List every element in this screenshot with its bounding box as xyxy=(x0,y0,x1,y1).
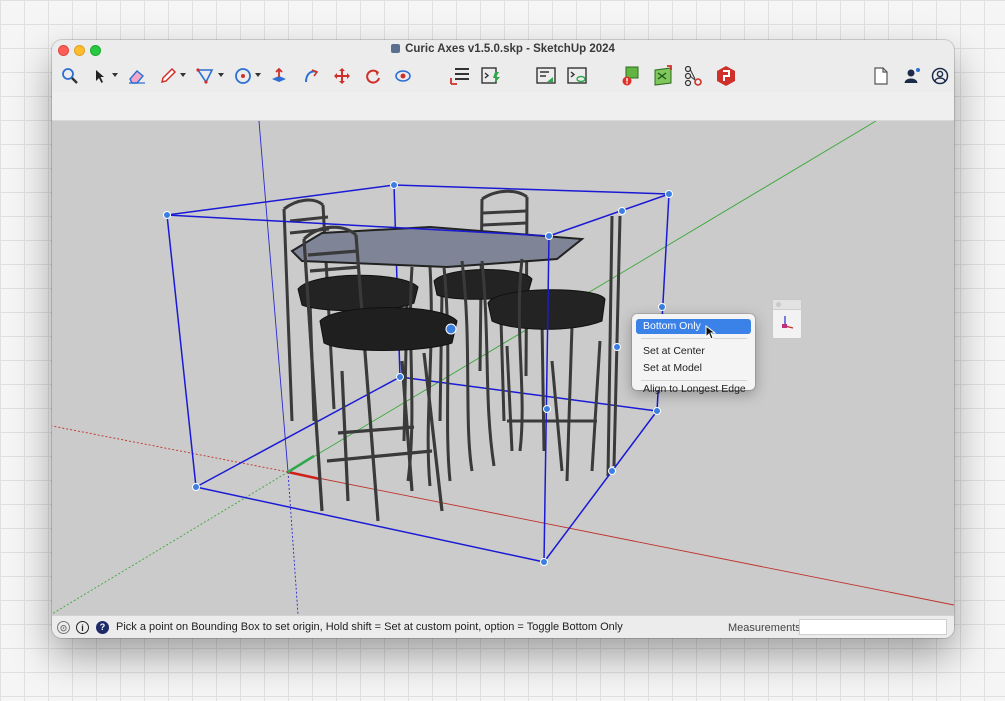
measurements-label: Measurements xyxy=(728,622,801,634)
scenes-icon[interactable] xyxy=(534,64,558,88)
palette-header[interactable] xyxy=(773,300,801,310)
document-icon xyxy=(391,44,401,53)
blue-axis-negative xyxy=(287,471,299,615)
pencil-dropdown-icon[interactable] xyxy=(180,73,186,77)
push-pull-icon[interactable] xyxy=(269,64,289,88)
status-bar: ⊙ i ? Pick a point on Bounding Box to se… xyxy=(52,615,954,638)
preview-icon[interactable] xyxy=(565,64,589,88)
ruby-console-icon[interactable] xyxy=(479,64,503,88)
rotate-icon[interactable] xyxy=(363,64,383,88)
shapes-dropdown-icon[interactable] xyxy=(218,73,224,77)
palette-close-dot[interactable] xyxy=(776,302,781,307)
curic-axes-icon[interactable] xyxy=(448,64,472,88)
sketchup-window: Curic Axes v1.5.0.skp - SketchUp 2024 Bo… xyxy=(52,40,954,638)
geo-location-icon[interactable]: ⊙ xyxy=(57,621,70,634)
help-icon[interactable]: ? xyxy=(96,621,109,634)
credits-icon[interactable]: i xyxy=(76,621,89,634)
red-axis-negative xyxy=(52,425,289,473)
profile-icon[interactable] xyxy=(930,64,950,88)
context-menu: Bottom Only Set at Center Set at Model A… xyxy=(632,314,755,395)
model-viewport[interactable]: Bottom Only Set at Center Set at Model A… xyxy=(52,121,954,615)
move-icon[interactable] xyxy=(332,64,352,88)
origin-green-marker xyxy=(287,454,315,474)
title-bar: Curic Axes v1.5.0.skp - SketchUp 2024 xyxy=(52,40,954,60)
status-hint-text: Pick a point on Bounding Box to set orig… xyxy=(116,621,623,633)
menu-item-set-at-center[interactable]: Set at Center xyxy=(636,344,751,359)
eraser-icon[interactable] xyxy=(127,64,147,88)
floating-tool-palette[interactable] xyxy=(772,299,802,339)
mouse-cursor-icon xyxy=(705,325,717,340)
shapes-icon[interactable] xyxy=(194,64,216,88)
select-icon[interactable] xyxy=(92,64,108,88)
extension-map-icon[interactable] xyxy=(651,64,675,88)
lookaround-icon[interactable] xyxy=(393,64,413,88)
measurements-input[interactable] xyxy=(799,619,947,635)
components-icon[interactable] xyxy=(682,64,706,88)
origin-red-marker xyxy=(287,470,321,481)
extension-warning-icon[interactable] xyxy=(620,64,644,88)
pencil-icon[interactable] xyxy=(158,64,178,88)
blue-axis xyxy=(258,121,289,473)
tape-dropdown-icon[interactable] xyxy=(255,73,261,77)
front-chair-seat xyxy=(319,307,458,351)
extension-warehouse-icon[interactable] xyxy=(714,64,738,88)
model-scene xyxy=(52,121,954,615)
select-dropdown-icon[interactable] xyxy=(112,73,118,77)
table-and-chairs-model xyxy=(282,189,622,522)
follow-me-icon[interactable] xyxy=(301,64,321,88)
main-toolbar xyxy=(52,60,954,92)
window-title-text: Curic Axes v1.5.0.skp - SketchUp 2024 xyxy=(405,43,615,55)
new-file-icon[interactable] xyxy=(872,64,890,88)
search-icon[interactable] xyxy=(60,64,80,88)
green-axis-negative xyxy=(52,471,289,615)
menu-separator xyxy=(641,338,747,339)
window-title: Curic Axes v1.5.0.skp - SketchUp 2024 xyxy=(52,43,954,55)
table-top xyxy=(290,225,585,269)
secondary-toolbar-area xyxy=(52,92,954,121)
axes-preview-icon xyxy=(782,316,794,329)
menu-item-bottom-only[interactable]: Bottom Only xyxy=(636,319,751,334)
account-icon[interactable] xyxy=(903,64,921,88)
menu-item-align-longest-edge[interactable]: Align to Longest Edge xyxy=(636,382,751,397)
menu-separator xyxy=(641,380,747,381)
menu-item-set-at-model[interactable]: Set at Model xyxy=(636,361,751,376)
red-axis xyxy=(287,471,954,606)
tape-measure-icon[interactable] xyxy=(232,64,254,88)
